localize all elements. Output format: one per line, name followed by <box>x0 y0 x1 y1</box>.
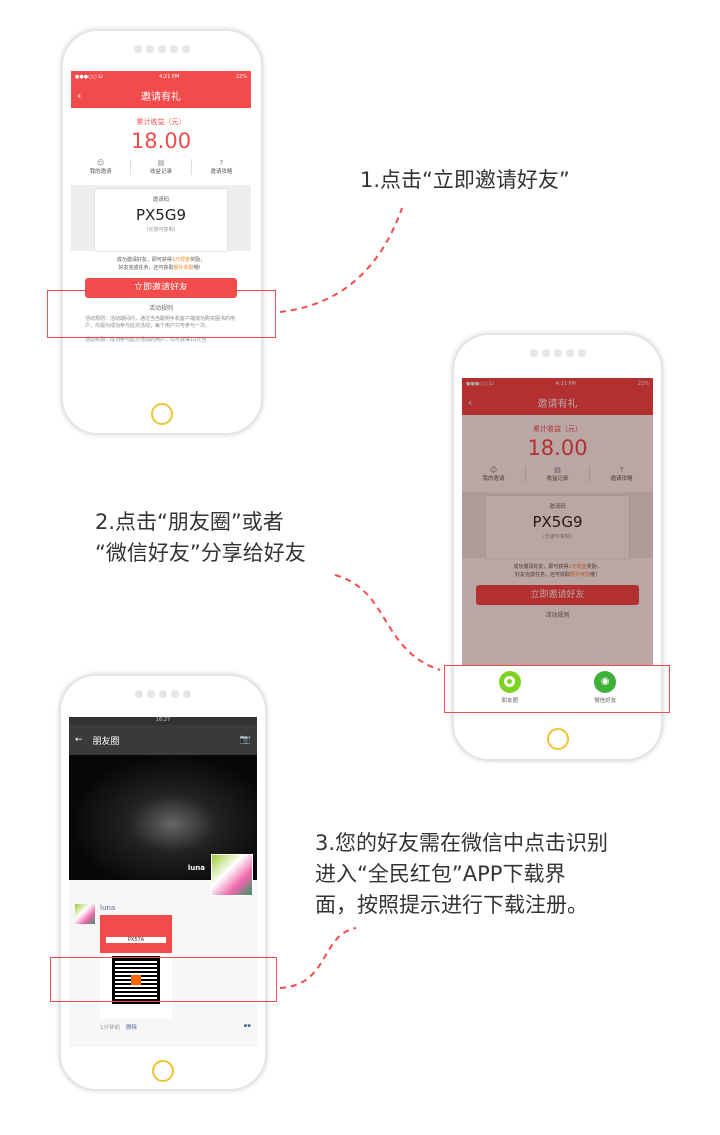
step3-text: 3.您的好友需在微信中点击识别 进入“全民红包”APP下载界 面，按照提示进行下载注… <box>315 831 609 917</box>
connector-step3 <box>279 927 357 989</box>
connector-step2 <box>334 574 441 671</box>
step1-text: 1.点击“立即邀请好友” <box>360 168 570 192</box>
step2-text: 2.点击“朋友圈”或者 “微信好友”分享给好友 <box>95 510 306 565</box>
connector-step1 <box>279 207 403 313</box>
